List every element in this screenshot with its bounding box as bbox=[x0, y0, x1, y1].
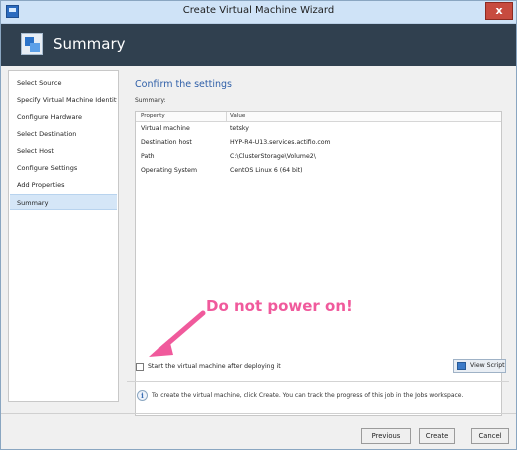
wizard-icon bbox=[21, 33, 43, 55]
value-cell: tetsky bbox=[230, 125, 249, 132]
table-row[interactable]: Operating System CentOS Linux 6 (64 bit) bbox=[136, 164, 501, 178]
summary-label: Summary: bbox=[135, 97, 166, 104]
table-row[interactable]: Path C:\ClusterStorage\Volume2\ bbox=[136, 150, 501, 164]
wizard-header: Summary bbox=[1, 24, 516, 66]
sidebar-item-select-host[interactable]: Select Host bbox=[10, 143, 117, 159]
content-divider bbox=[127, 381, 509, 382]
wizard-steps-sidebar: Select Source Specify Virtual Machine Id… bbox=[8, 70, 119, 402]
info-text: To create the virtual machine, click Cre… bbox=[152, 392, 464, 399]
view-script-label: View Script bbox=[470, 362, 505, 369]
do-not-power-on-annotation: Do not power on! bbox=[206, 297, 353, 315]
start-vm-checkbox[interactable] bbox=[136, 363, 144, 371]
sidebar-item-select-source[interactable]: Select Source bbox=[10, 75, 117, 91]
create-button[interactable]: Create bbox=[419, 428, 455, 444]
property-cell: Destination host bbox=[141, 139, 192, 146]
wizard-window: Create Virtual Machine Wizard x Summary … bbox=[0, 0, 517, 450]
window-title: Create Virtual Machine Wizard bbox=[182, 5, 335, 16]
value-cell: HYP-R4-U13.services.actifio.com bbox=[230, 139, 331, 146]
table-row[interactable]: Destination host HYP-R4-U13.services.act… bbox=[136, 136, 501, 150]
view-script-button[interactable]: View Script bbox=[453, 359, 506, 373]
section-title: Confirm the settings bbox=[135, 79, 232, 90]
sidebar-item-specify-identity[interactable]: Specify Virtual Machine Identity bbox=[10, 92, 117, 108]
annotation-arrow-icon bbox=[149, 310, 206, 357]
sidebar-item-add-properties[interactable]: Add Properties bbox=[10, 177, 117, 193]
previous-button[interactable]: Previous bbox=[361, 428, 411, 444]
property-cell: Virtual machine bbox=[141, 125, 190, 132]
close-button[interactable]: x bbox=[485, 2, 513, 20]
script-icon bbox=[457, 362, 466, 370]
column-divider[interactable] bbox=[226, 112, 227, 121]
footer-divider bbox=[1, 413, 516, 414]
sidebar-item-configure-settings[interactable]: Configure Settings bbox=[10, 160, 117, 176]
value-cell: C:\ClusterStorage\Volume2\ bbox=[230, 153, 316, 160]
table-row[interactable]: Virtual machine tetsky bbox=[136, 122, 501, 136]
value-cell: CentOS Linux 6 (64 bit) bbox=[230, 167, 303, 174]
property-cell: Path bbox=[141, 153, 155, 160]
column-header-property[interactable]: Property bbox=[141, 113, 165, 119]
start-vm-checkbox-label[interactable]: Start the virtual machine after deployin… bbox=[148, 363, 281, 370]
settings-table: Property Value Virtual machine tetsky De… bbox=[135, 111, 502, 416]
info-icon: i bbox=[137, 390, 148, 401]
cancel-button[interactable]: Cancel bbox=[471, 428, 509, 444]
sidebar-item-configure-hardware[interactable]: Configure Hardware bbox=[10, 109, 117, 125]
property-cell: Operating System bbox=[141, 167, 197, 174]
sidebar-item-select-destination[interactable]: Select Destination bbox=[10, 126, 117, 142]
table-header: Property Value bbox=[136, 112, 501, 122]
title-bar[interactable]: Create Virtual Machine Wizard x bbox=[1, 1, 516, 24]
column-header-value[interactable]: Value bbox=[230, 113, 245, 119]
page-title: Summary bbox=[53, 35, 126, 53]
sidebar-item-summary[interactable]: Summary bbox=[10, 194, 117, 210]
